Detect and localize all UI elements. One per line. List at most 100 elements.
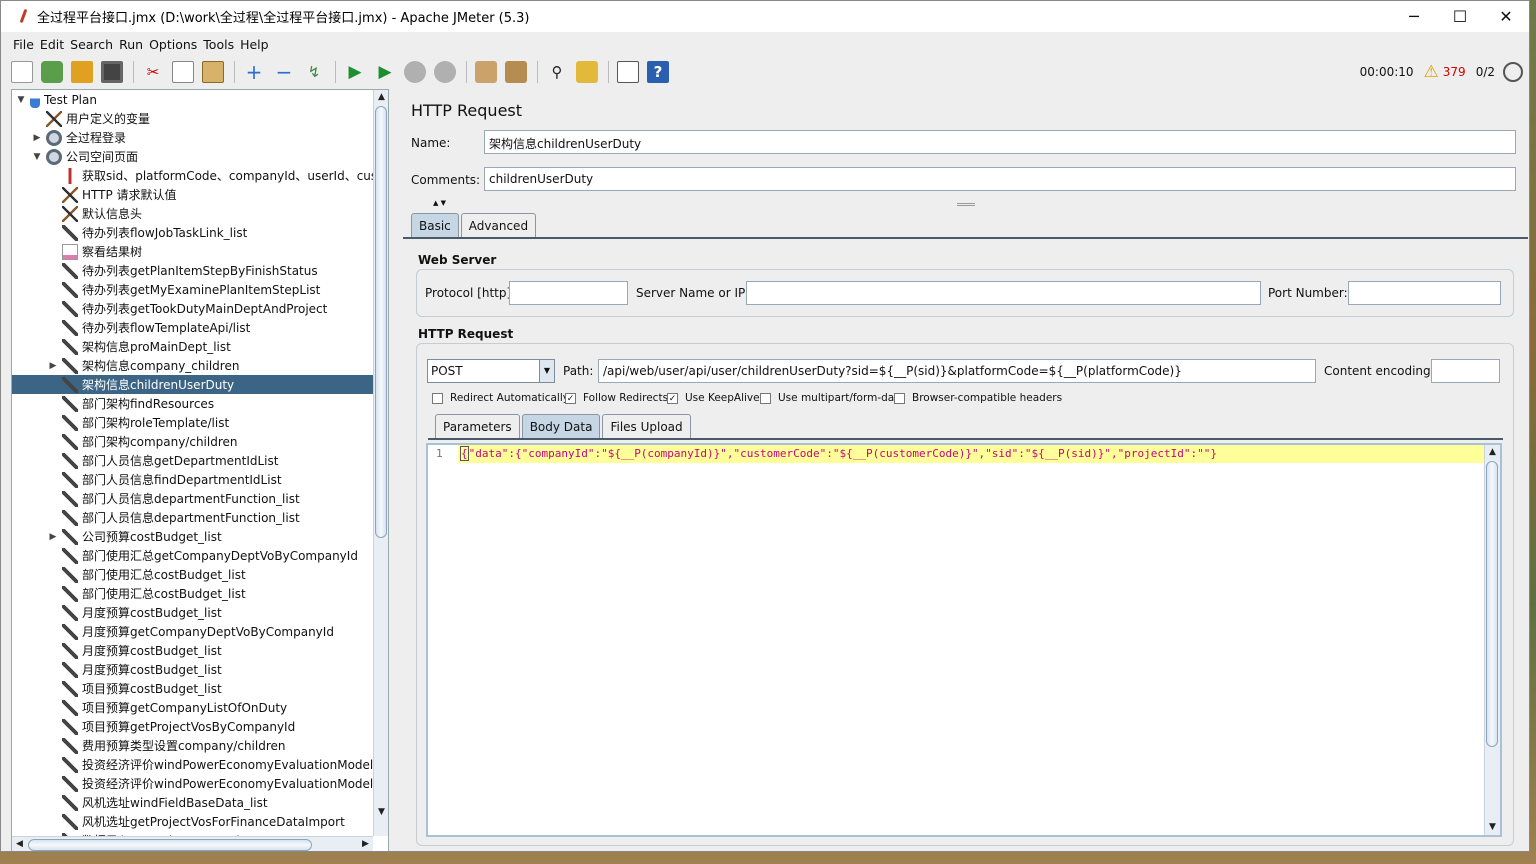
tree-node[interactable]: 部门架构company/children xyxy=(12,432,373,451)
tree-node[interactable]: ▼ Test Plan xyxy=(12,90,373,109)
tree-node[interactable]: 项目预算getCompanyListOfOnDuty xyxy=(12,698,373,717)
tree-node[interactable]: 项目预算costBudget_list xyxy=(12,679,373,698)
tree-node[interactable]: 默认信息头 xyxy=(12,204,373,223)
clear-icon[interactable] xyxy=(475,61,497,83)
tree-node[interactable]: ▼ 公司空间页面 xyxy=(12,147,373,166)
tree-node[interactable]: 架构信息proMainDept_list xyxy=(12,337,373,356)
tree-node[interactable]: 月度预算costBudget_list xyxy=(12,641,373,660)
tree-node[interactable]: 月度预算costBudget_list xyxy=(12,603,373,622)
menu-search[interactable]: Search xyxy=(70,37,113,52)
minimize-button[interactable]: ─ xyxy=(1391,1,1437,32)
stop-icon[interactable] xyxy=(404,61,426,83)
tree-node[interactable]: 月度预算getCompanyDeptVoByCompanyId xyxy=(12,622,373,641)
name-field[interactable]: 架构信息childrenUserDuty xyxy=(484,130,1516,154)
tree-node[interactable]: 风机选址getProjectVosForFinanceDataImport xyxy=(12,812,373,831)
port-field[interactable] xyxy=(1348,281,1501,305)
tree-collapsed-arrow-icon[interactable]: ▶ xyxy=(32,133,42,143)
tree-node[interactable]: 待办列表flowJobTaskLink_list xyxy=(12,223,373,242)
templates-icon[interactable] xyxy=(41,61,63,83)
open-folder-icon[interactable] xyxy=(71,61,93,83)
tree-node[interactable]: 待办列表getMyExaminePlanItemStepList xyxy=(12,280,373,299)
scroll-left-arrow-icon[interactable]: ◀ xyxy=(12,837,27,851)
use-keepalive-checkbox[interactable]: ✓ Use KeepAlive xyxy=(667,392,760,404)
reset-search-icon[interactable] xyxy=(576,61,598,83)
editor-scroll-down-icon[interactable]: ▼ xyxy=(1485,820,1500,835)
editor-scroll-up-icon[interactable]: ▲ xyxy=(1485,445,1500,460)
tree-scroll-thumb[interactable] xyxy=(375,106,387,538)
scroll-up-arrow-icon[interactable]: ▲ xyxy=(374,90,389,105)
tree-hscroll-thumb[interactable] xyxy=(28,839,312,851)
tree-view[interactable]: ▼ Test Plan 用户定义的变量 ▶ 全过程登录 ▼ 公司空间页面 获取sid、plat… xyxy=(12,90,373,836)
checkbox-box[interactable] xyxy=(432,392,443,404)
tree-vertical-scrollbar[interactable]: ▲ ▼ xyxy=(373,90,388,836)
tree-node[interactable]: 项目预算getProjectVosByCompanyId xyxy=(12,717,373,736)
pane-splitter[interactable] xyxy=(390,89,399,851)
tree-expanded-arrow-icon[interactable]: ▼ xyxy=(32,152,42,162)
shutdown-icon[interactable] xyxy=(434,61,456,83)
new-icon[interactable] xyxy=(11,61,33,83)
scroll-right-arrow-icon[interactable]: ▶ xyxy=(358,837,373,851)
tree-node[interactable]: 月度预算costBudget_list xyxy=(12,660,373,679)
tree-node[interactable]: 投资经济评价windPowerEconomyEvaluationModel_li… xyxy=(12,774,373,793)
tree-node[interactable]: 部门使用汇总costBudget_list xyxy=(12,565,373,584)
menu-file[interactable]: File xyxy=(13,37,34,52)
tree-node[interactable]: ▶ 公司预算costBudget_list xyxy=(12,527,373,546)
close-button[interactable]: ✕ xyxy=(1483,1,1529,32)
tree-node[interactable]: 待办列表getPlanItemStepByFinishStatus xyxy=(12,261,373,280)
tab-advanced[interactable]: Advanced xyxy=(460,213,537,237)
tab-parameters[interactable]: Parameters xyxy=(435,414,520,438)
menu-help[interactable]: Help xyxy=(240,37,269,52)
tree-node[interactable]: 部门使用汇总getCompanyDeptVoByCompanyId xyxy=(12,546,373,565)
collapse-arrows-icon[interactable]: ▲ ▼ xyxy=(433,199,446,207)
tree-node[interactable]: 部门架构findResources xyxy=(12,394,373,413)
tree-horizontal-scrollbar[interactable]: ◀ ▶ xyxy=(12,836,373,851)
tree-collapsed-arrow-icon[interactable]: ▶ xyxy=(48,532,58,542)
menu-edit[interactable]: Edit xyxy=(40,37,64,52)
body-data-editor[interactable]: 1 {"data":{"companyId":"${__P(companyId)… xyxy=(426,443,1502,837)
start-no-pauses-icon[interactable]: ▶ xyxy=(374,61,396,83)
checkbox-box[interactable] xyxy=(894,392,905,404)
content-encoding-field[interactable] xyxy=(1431,359,1500,383)
path-field[interactable]: /api/web/user/api/user/childrenUserDuty?… xyxy=(598,359,1316,383)
chevron-down-icon[interactable]: ▼ xyxy=(539,360,554,382)
checkbox-box[interactable]: ✓ xyxy=(565,392,576,404)
help-icon[interactable]: ? xyxy=(647,61,669,83)
copy-icon[interactable] xyxy=(172,61,194,83)
maximize-button[interactable]: ☐ xyxy=(1437,1,1483,32)
search-binoculars-icon[interactable]: ⚲ xyxy=(546,61,568,83)
tree-expanded-arrow-icon[interactable]: ▼ xyxy=(16,95,26,105)
toggle-icon[interactable]: ↯ xyxy=(303,61,325,83)
tree-node[interactable]: 部门人员信息departmentFunction_list xyxy=(12,508,373,527)
tree-node[interactable]: 用户定义的变量 xyxy=(12,109,373,128)
tree-node[interactable]: 获取sid、platformCode、companyId、userId、cust… xyxy=(12,166,373,185)
method-select[interactable]: POST ▼ xyxy=(427,359,555,383)
tab-files-upload[interactable]: Files Upload xyxy=(602,414,691,438)
warning-count[interactable]: 379 xyxy=(1443,65,1466,79)
editor-vertical-scrollbar[interactable]: ▲ ▼ xyxy=(1484,445,1500,835)
tree-node[interactable]: 费用预算类型设置company/children xyxy=(12,736,373,755)
tree-node[interactable]: ▶ 全过程登录 xyxy=(12,128,373,147)
editor-scroll-thumb[interactable] xyxy=(1486,461,1498,747)
expand-icon[interactable]: + xyxy=(243,60,265,84)
checkbox-box[interactable]: ✓ xyxy=(667,392,678,404)
start-icon[interactable]: ▶ xyxy=(344,61,366,83)
tab-basic[interactable]: Basic xyxy=(411,213,459,237)
tree-node[interactable]: HTTP 请求默认值 xyxy=(12,185,373,204)
divider-handle[interactable] xyxy=(957,203,975,206)
checkbox-box[interactable] xyxy=(760,392,771,404)
use-multipart-checkbox[interactable]: Use multipart/form-data xyxy=(760,392,905,404)
save-icon[interactable] xyxy=(101,61,123,83)
follow-redirects-checkbox[interactable]: ✓ Follow Redirects xyxy=(565,392,668,404)
tree-node[interactable]: 待办列表flowTemplateApi/list xyxy=(12,318,373,337)
tree-node[interactable]: 风机选址windFieldBaseData_list xyxy=(12,793,373,812)
collapse-icon[interactable]: − xyxy=(273,60,295,84)
menu-tools[interactable]: Tools xyxy=(203,37,234,52)
menu-run[interactable]: Run xyxy=(119,37,143,52)
tree-node[interactable]: 部门使用汇总costBudget_list xyxy=(12,584,373,603)
tree-node[interactable]: 部门人员信息findDepartmentIdList xyxy=(12,470,373,489)
tree-node[interactable]: 架构信息childrenUserDuty xyxy=(12,375,373,394)
function-helper-icon[interactable] xyxy=(617,61,639,83)
clear-all-icon[interactable] xyxy=(505,61,527,83)
tab-body-data[interactable]: Body Data xyxy=(521,414,601,438)
protocol-field[interactable] xyxy=(509,281,628,305)
